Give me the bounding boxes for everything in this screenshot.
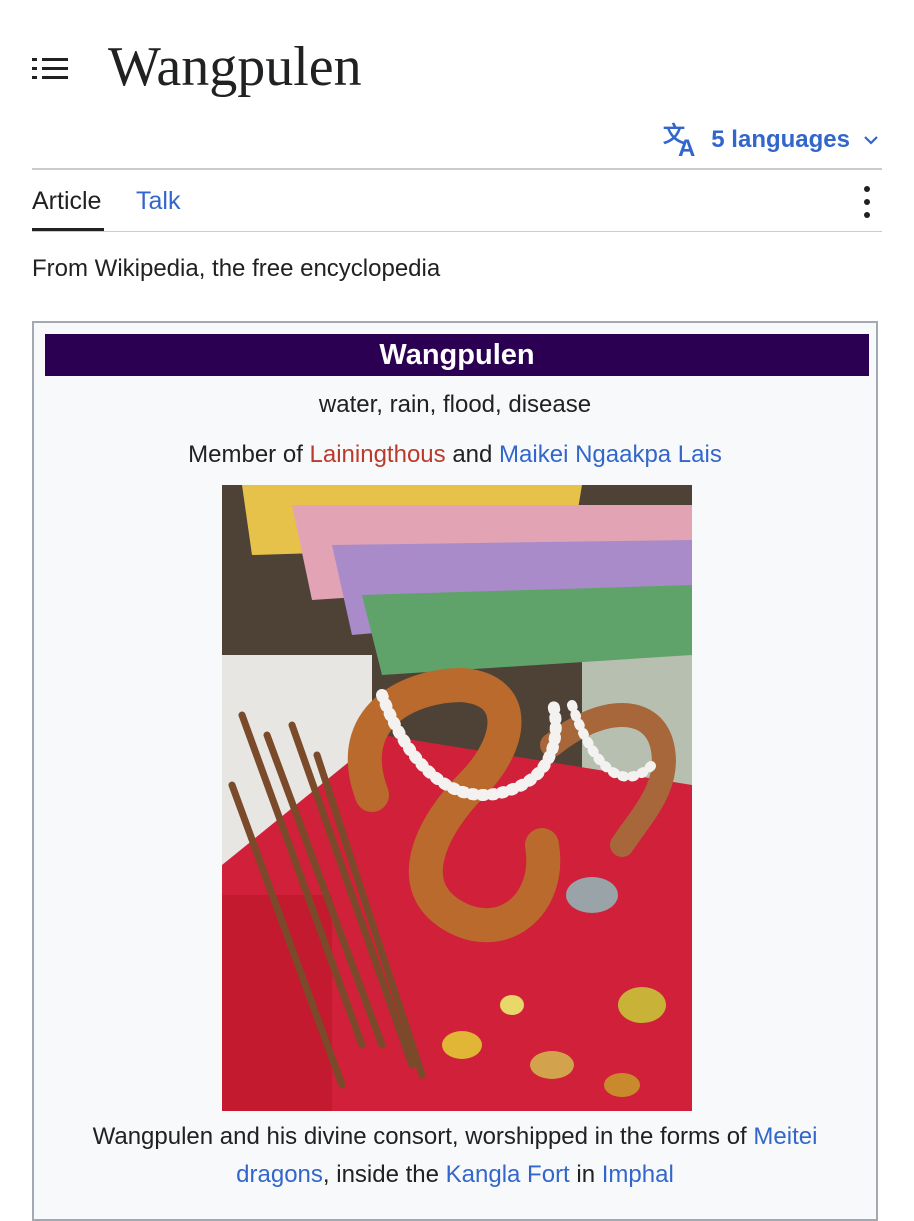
page-header: Wangpulen [32, 36, 882, 106]
link-maikei-ngaakpa-lais[interactable]: Maikei Ngaakpa Lais [499, 441, 722, 468]
caption-text-3: in [576, 1161, 596, 1188]
more-vertical-icon[interactable] [858, 182, 876, 222]
tabs-divider [32, 231, 882, 232]
member-and: and [452, 441, 493, 468]
link-kangla-fort[interactable]: Kangla Fort [446, 1161, 570, 1188]
language-button[interactable]: 文 A 5 languages [661, 118, 882, 162]
link-imphal[interactable]: Imphal [602, 1161, 674, 1188]
link-lainingthous[interactable]: Lainingthous [310, 441, 446, 468]
infobox: Wangpulen water, rain, flood, disease Me… [32, 321, 878, 1221]
translate-icon: 文 A [663, 122, 695, 160]
page-title: Wangpulen [108, 36, 362, 98]
languages-label: 5 languages [711, 126, 850, 153]
infobox-image[interactable] [222, 485, 692, 1111]
site-tagline: From Wikipedia, the free encyclopedia [32, 255, 441, 282]
infobox-title: Wangpulen [45, 334, 869, 376]
tab-talk[interactable]: Talk [136, 184, 180, 218]
infobox-caption: Wangpulen and his divine consort, worshi… [50, 1118, 860, 1194]
infobox-membership: Member of Lainingthous and Maikei Ngaakp… [34, 439, 876, 471]
caption-text-2: , inside the [322, 1161, 439, 1188]
dragon-shrine-photo [222, 485, 692, 1111]
caption-text-1: Wangpulen and his divine consort, worshi… [92, 1123, 747, 1150]
page-tabs: Article Talk [32, 170, 882, 232]
member-prefix: Member of [188, 441, 303, 468]
infobox-domains: water, rain, flood, disease [318, 391, 592, 418]
menu-icon[interactable] [32, 56, 68, 82]
chevron-down-icon [864, 136, 878, 145]
svg-text:A: A [678, 135, 695, 160]
tab-article[interactable]: Article [32, 184, 101, 218]
